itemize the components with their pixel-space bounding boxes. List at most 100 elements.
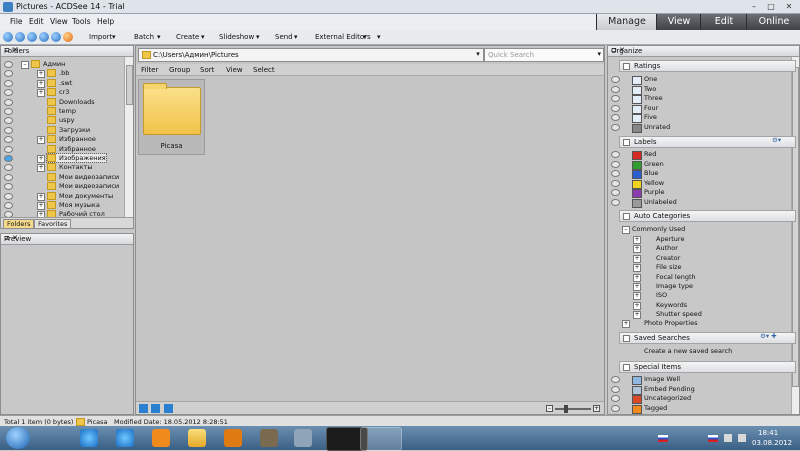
start-button-icon[interactable]: [6, 427, 30, 449]
taskbar-acdsee[interactable]: [360, 427, 402, 451]
category-item[interactable]: File size: [656, 263, 682, 271]
back-icon[interactable]: [3, 32, 13, 42]
expand-icon[interactable]: +: [37, 79, 45, 88]
toolbar-overflow-icon[interactable]: ▾: [377, 33, 381, 41]
create-button[interactable]: Create: [176, 33, 199, 41]
path-bar[interactable]: C:\Users\Админ\Pictures: [138, 48, 484, 62]
category-item[interactable]: Keywords: [656, 301, 687, 309]
folder-visibility-icon[interactable]: [4, 126, 13, 134]
expand-icon[interactable]: +: [633, 254, 641, 263]
menu-view[interactable]: View: [50, 17, 68, 26]
item-visibility-icon[interactable]: [611, 404, 620, 412]
item-visibility-icon[interactable]: [611, 385, 620, 393]
folder-tree-item[interactable]: Моя музыка: [47, 201, 100, 209]
rating-item[interactable]: One: [644, 75, 657, 83]
category-item[interactable]: Aperture: [656, 235, 684, 243]
expand-icon[interactable]: +: [37, 70, 45, 79]
expand-icon[interactable]: +: [37, 155, 45, 163]
item-visibility-icon[interactable]: [611, 114, 620, 121]
view-menu[interactable]: View: [226, 66, 243, 74]
item-visibility-icon[interactable]: [611, 95, 620, 102]
folder-tree-item[interactable]: .bb: [47, 69, 69, 78]
expand-icon[interactable]: +: [37, 202, 45, 210]
special-item[interactable]: Embed Pending: [644, 385, 695, 393]
send-button[interactable]: Send: [275, 33, 293, 41]
category-item[interactable]: Image type: [656, 282, 693, 290]
label-item[interactable]: Blue: [644, 169, 658, 177]
folder-tree-item[interactable]: Админ: [31, 60, 65, 68]
section-collapse-icon[interactable]: [623, 364, 630, 371]
folders-panel-controls-icon[interactable]: ⊐ ✕: [4, 46, 130, 54]
folder-tree-item[interactable]: Мои видеозаписи: [47, 182, 119, 191]
folder-tree-item[interactable]: Изображения: [46, 153, 107, 163]
folder-visibility-icon[interactable]: [4, 183, 13, 191]
expand-icon[interactable]: +: [633, 283, 641, 291]
expand-icon[interactable]: +: [37, 89, 45, 98]
rating-item[interactable]: Unrated: [644, 123, 670, 131]
internet-explorer-icon-2[interactable]: [116, 429, 134, 447]
folder-tree-item[interactable]: temp: [47, 107, 76, 115]
mode-manage[interactable]: Manage: [596, 14, 657, 30]
view-list-icon[interactable]: [164, 404, 173, 413]
odnoklassniki-icon[interactable]: [152, 429, 170, 447]
section-collapse-icon[interactable]: [623, 63, 630, 70]
section-auto-categories[interactable]: Auto Categories: [619, 210, 796, 222]
category-photo-properties[interactable]: Photo Properties: [644, 319, 697, 327]
menu-help[interactable]: Help: [97, 17, 114, 26]
section-ratings[interactable]: Ratings: [619, 60, 796, 72]
rating-item[interactable]: Three: [644, 94, 663, 102]
label-item[interactable]: Unlabeled: [644, 198, 677, 206]
mode-edit[interactable]: Edit: [700, 14, 747, 30]
folder-visibility-icon[interactable]: [4, 117, 13, 125]
folder-tree-item[interactable]: Загрузки: [47, 125, 90, 134]
special-item[interactable]: Uncategorized: [644, 394, 691, 402]
expand-icon[interactable]: +: [633, 245, 641, 254]
expand-icon[interactable]: +: [37, 164, 45, 173]
item-visibility-icon[interactable]: [611, 179, 620, 187]
label-item[interactable]: Purple: [644, 188, 665, 196]
folder-visibility-icon[interactable]: [4, 79, 13, 87]
label-item[interactable]: Yellow: [644, 179, 664, 187]
item-visibility-icon[interactable]: [611, 123, 620, 131]
clock-time[interactable]: 18:41: [758, 429, 778, 437]
folder-tree-item[interactable]: .swt: [47, 78, 72, 87]
labels-settings-icon[interactable]: ⚙▾: [772, 136, 781, 144]
mode-online[interactable]: Online: [746, 14, 800, 30]
saved-searches-settings-icon[interactable]: ⚙▾ ✚: [760, 332, 777, 340]
folder-visibility-icon[interactable]: [4, 173, 13, 181]
folder-visibility-icon[interactable]: [4, 61, 13, 68]
special-item[interactable]: Tagged: [644, 404, 667, 412]
batch-button[interactable]: Batch: [134, 33, 154, 41]
section-collapse-icon[interactable]: [623, 213, 630, 220]
folders-scrollbar[interactable]: [124, 57, 133, 217]
slideshow-button[interactable]: Slideshow: [219, 33, 254, 41]
import-button[interactable]: Import: [89, 33, 112, 41]
label-item[interactable]: Green: [644, 160, 664, 168]
clock-date[interactable]: 03.08.2012: [752, 439, 792, 447]
forward-icon[interactable]: [15, 32, 25, 42]
expand-icon[interactable]: +: [622, 320, 630, 328]
section-special-items[interactable]: Special Items: [619, 361, 796, 373]
folder-tree-item[interactable]: uspy: [47, 116, 74, 125]
item-visibility-icon[interactable]: [611, 76, 620, 83]
rating-item[interactable]: Four: [644, 104, 658, 112]
network-icon[interactable]: [724, 434, 732, 442]
item-visibility-icon[interactable]: [611, 85, 620, 93]
folder-visibility-icon[interactable]: [4, 89, 13, 97]
batch-dropdown-icon[interactable]: ▾: [157, 33, 161, 41]
menu-file[interactable]: File: [10, 17, 23, 26]
rating-item[interactable]: Two: [644, 85, 656, 93]
home-icon[interactable]: [51, 32, 61, 42]
folder-visibility-icon[interactable]: [4, 108, 13, 115]
category-item[interactable]: ISO: [656, 291, 667, 299]
special-item[interactable]: Image Well: [644, 375, 680, 383]
expand-icon[interactable]: +: [633, 264, 641, 273]
folder-visibility-icon[interactable]: [4, 98, 13, 106]
app-icon-3[interactable]: [294, 429, 312, 447]
refresh-icon[interactable]: [39, 32, 49, 42]
preview-panel-controls-icon[interactable]: ⊐ ✕: [4, 234, 130, 242]
view-details-icon[interactable]: [151, 404, 160, 413]
expand-icon[interactable]: +: [633, 273, 641, 282]
menu-tools[interactable]: Tools: [72, 17, 90, 26]
section-collapse-icon[interactable]: [623, 335, 630, 342]
